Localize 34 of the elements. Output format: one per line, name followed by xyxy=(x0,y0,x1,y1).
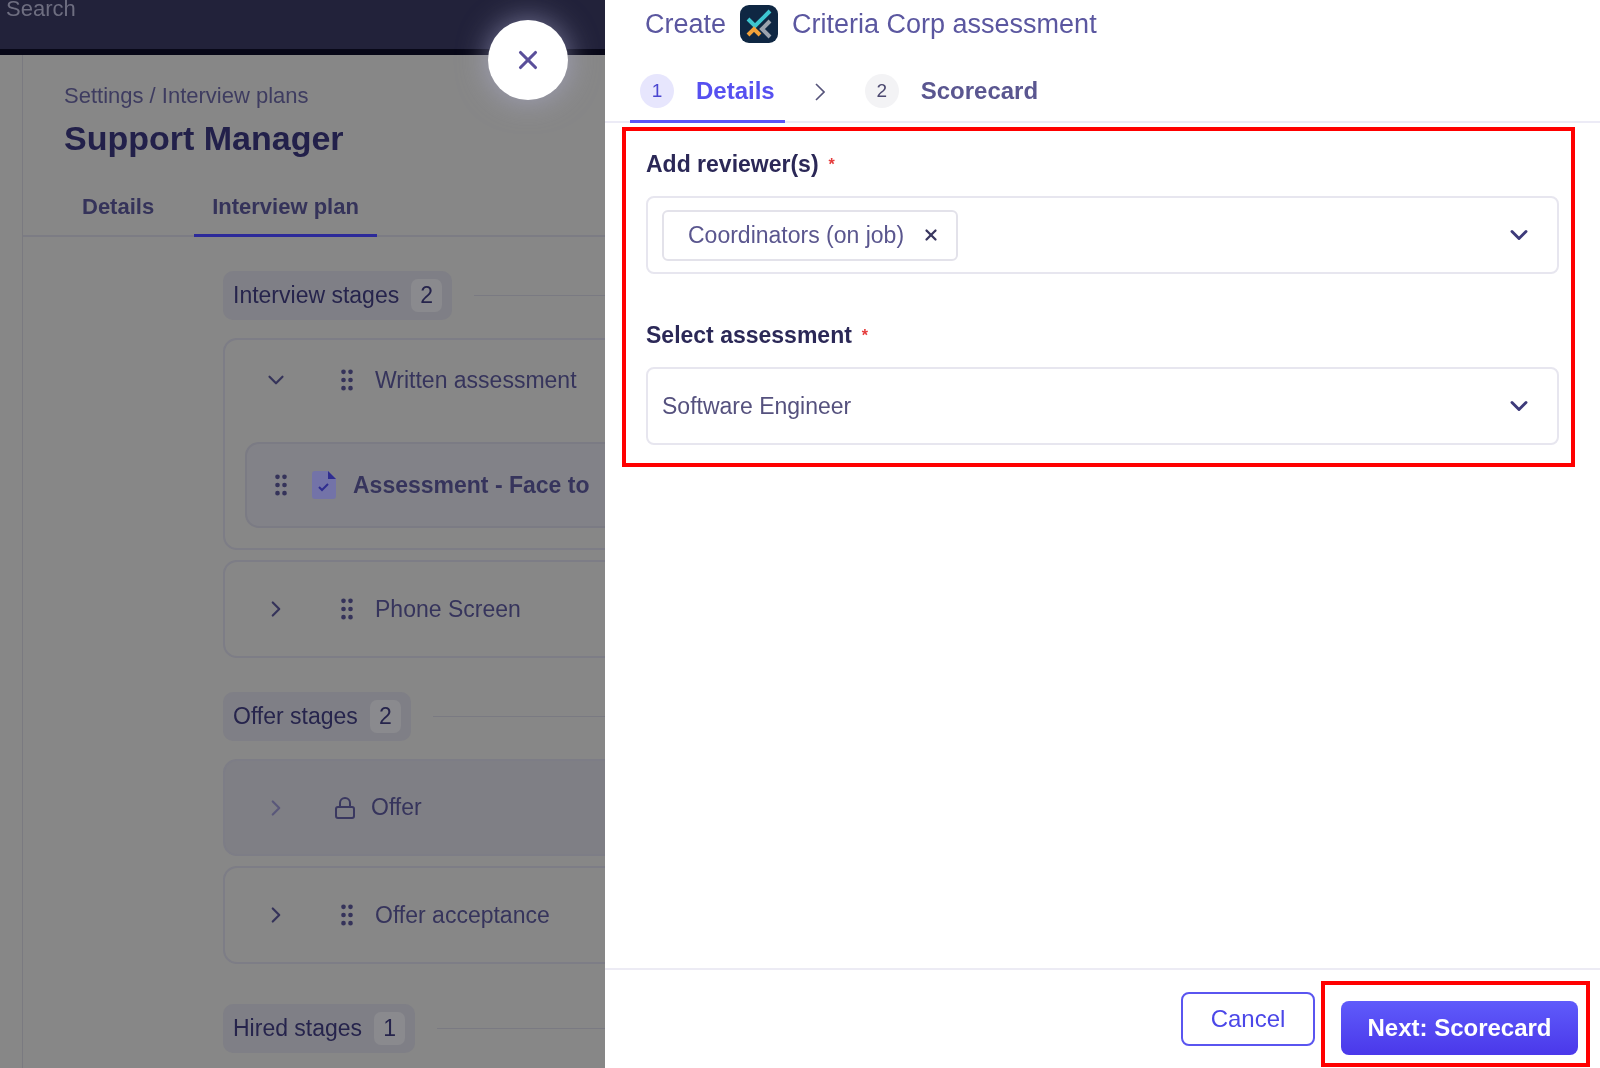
count-badge: 1 xyxy=(374,1012,405,1045)
logo-icon xyxy=(740,5,779,43)
stage-group-title: Interview stages xyxy=(233,282,400,309)
count-badge: 2 xyxy=(369,700,401,733)
stage-name: Offer acceptance xyxy=(375,901,550,929)
stage-name: Written assessment xyxy=(375,366,577,394)
lock-icon xyxy=(333,795,357,820)
step-tab[interactable]: 1 Details xyxy=(630,74,785,123)
search-placeholder[interactable]: Search xyxy=(6,0,76,20)
cancel-button[interactable]: Cancel xyxy=(1181,992,1315,1046)
stage-group-title: Offer stages xyxy=(233,703,358,730)
stage-group-title: Hired stages xyxy=(233,1015,363,1042)
assessment-select[interactable]: Software Engineer xyxy=(646,367,1559,445)
breadcrumb: Settings / Interview plans xyxy=(64,83,310,109)
drawer-title-prefix: Create xyxy=(645,8,727,40)
count-badge: 2 xyxy=(411,279,442,312)
chevron-right-icon xyxy=(814,82,825,101)
reviewer-select[interactable]: Coordinators (on job) xyxy=(646,196,1559,274)
drawer-title: Criteria Corp assessment xyxy=(792,8,1097,40)
select-value: Software Engineer xyxy=(662,392,853,420)
stage-name: Offer xyxy=(371,794,422,821)
next-button[interactable]: Next: Scorecard xyxy=(1341,1001,1578,1055)
required-asterisk: * xyxy=(828,155,835,174)
field-label: Add reviewer(s) xyxy=(646,151,819,178)
page-tab[interactable]: Details xyxy=(64,194,195,237)
document-check-icon xyxy=(311,470,337,500)
required-asterisk: * xyxy=(861,326,869,345)
stage-name: Phone Screen xyxy=(375,595,521,623)
page-title: Support Manager xyxy=(64,119,345,158)
tag-label: Coordinators (on job) xyxy=(688,221,905,249)
field-label: Select assessment xyxy=(646,322,852,349)
stage-item-name: Assessment - Face to xyxy=(353,471,590,499)
page-tab[interactable]: Interview plan xyxy=(194,194,377,237)
step-tab[interactable]: 2 Scorecard xyxy=(854,74,1049,123)
